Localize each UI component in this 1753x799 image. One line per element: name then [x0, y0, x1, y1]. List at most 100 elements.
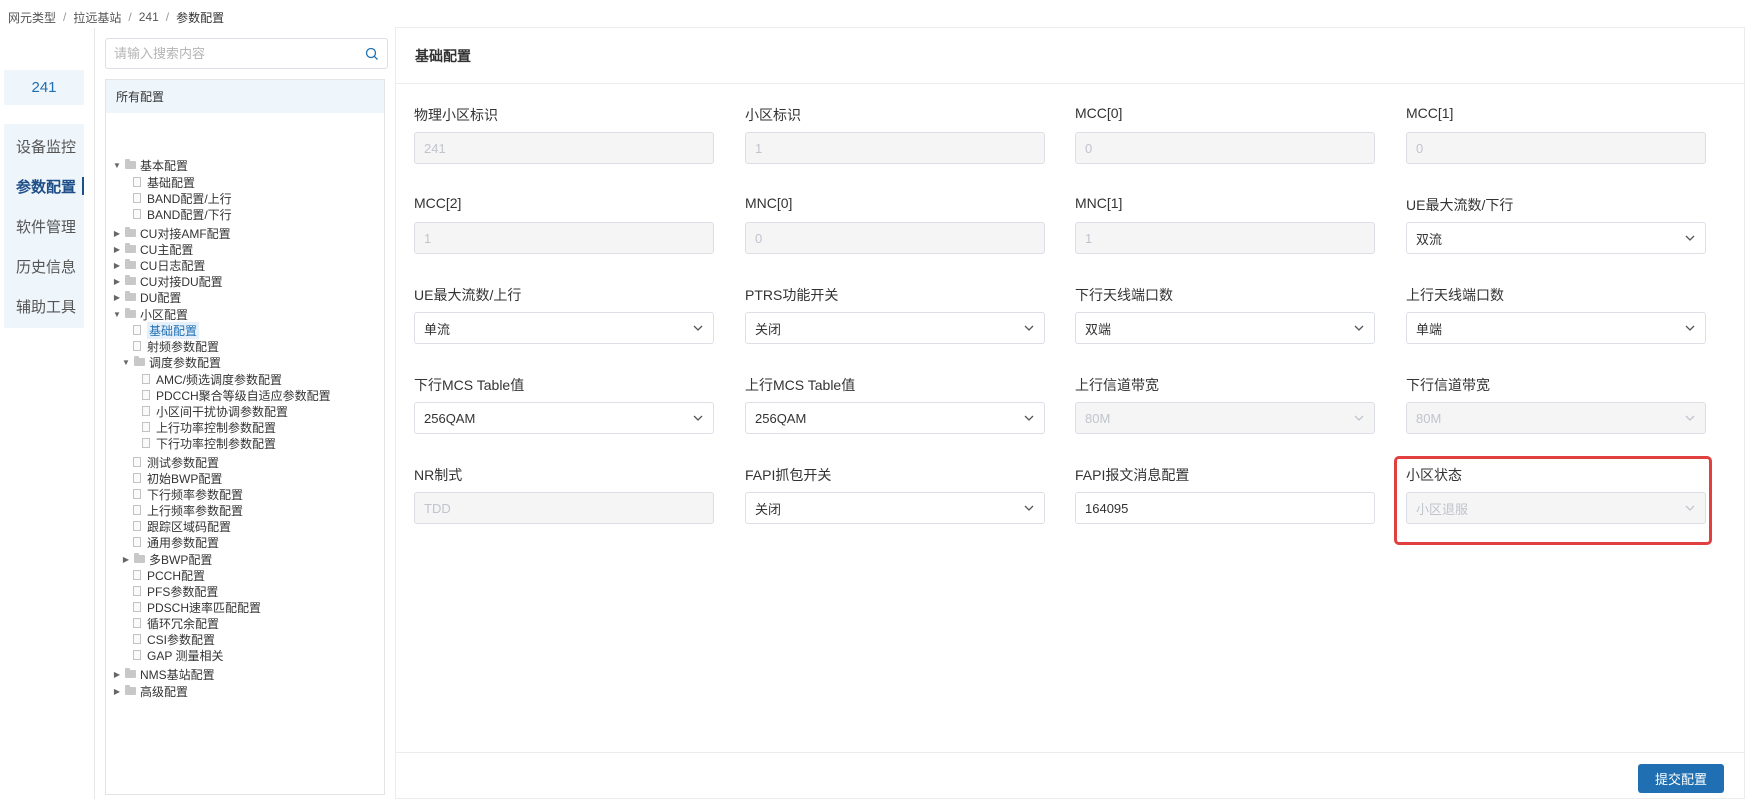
chevron-down-icon[interactable]: [1023, 502, 1035, 514]
chevron-down-icon[interactable]: [692, 412, 704, 424]
caret-right-icon[interactable]: ▶: [112, 670, 122, 679]
caret-right-icon[interactable]: ▶: [112, 229, 122, 238]
nav-item-param-config[interactable]: 参数配置: [4, 166, 84, 206]
tree-node[interactable]: PDSCH速率匹配配置: [133, 599, 261, 615]
select-field: 80M: [1406, 402, 1706, 434]
submit-config-button[interactable]: 提交配置: [1638, 764, 1724, 793]
tree-node-label: BAND配置/上行: [147, 191, 232, 206]
chevron-down-icon: [1354, 415, 1364, 421]
caret-right-icon[interactable]: ▶: [112, 277, 122, 286]
tree-node[interactable]: 初始BWP配置: [133, 470, 222, 486]
tree-node[interactable]: ▼ 小区配置: [112, 306, 188, 322]
tree-node-label: PCCH配置: [147, 568, 206, 583]
breadcrumb-item[interactable]: 241: [139, 10, 159, 24]
field-label: 物理小区标识: [414, 107, 498, 123]
caret-down-icon[interactable]: ▼: [121, 358, 131, 367]
tree-node[interactable]: ▶ CU日志配置: [112, 257, 205, 273]
input-field[interactable]: [1075, 492, 1375, 524]
search-icon[interactable]: [365, 47, 379, 61]
tree-node[interactable]: ▶ CU对接AMF配置: [112, 225, 231, 241]
document-icon: [133, 634, 141, 644]
select-field[interactable]: 关闭: [745, 492, 1045, 524]
document-icon: [133, 193, 141, 203]
caret-down-icon[interactable]: ▼: [112, 161, 122, 170]
tree-node[interactable]: ▶ CU对接DU配置: [112, 273, 223, 289]
tree-node[interactable]: AMC/频选调度参数配置: [142, 371, 282, 387]
caret-down-icon[interactable]: ▼: [112, 310, 122, 319]
tree-node[interactable]: 基础配置: [133, 321, 200, 339]
caret-right-icon[interactable]: ▶: [112, 293, 122, 302]
select-field[interactable]: 双端: [1075, 312, 1375, 344]
input-field: 1: [1075, 222, 1375, 254]
tree-node[interactable]: 上行功率控制参数配置: [142, 419, 276, 435]
tree-node[interactable]: 上行频率参数配置: [133, 502, 243, 518]
select-field[interactable]: 256QAM: [745, 402, 1045, 434]
nav-item-software-mgmt[interactable]: 软件管理: [4, 206, 84, 246]
tree-node[interactable]: 小区间干扰协调参数配置: [142, 403, 288, 419]
tree-node[interactable]: ▶ NMS基站配置: [112, 666, 215, 682]
tree-node[interactable]: ▶ 多BWP配置: [121, 551, 212, 567]
select-field[interactable]: 单端: [1406, 312, 1706, 344]
tree-node[interactable]: BAND配置/下行: [133, 206, 232, 222]
tree-node[interactable]: 下行功率控制参数配置: [142, 435, 276, 451]
caret-right-icon[interactable]: ▶: [112, 261, 122, 270]
document-icon: [133, 489, 141, 499]
tree-node[interactable]: 基础配置: [133, 174, 195, 190]
text-input[interactable]: [1085, 500, 1365, 516]
tree-node[interactable]: ▶ DU配置: [112, 289, 181, 305]
breadcrumb-item[interactable]: 网元类型: [8, 9, 56, 26]
chevron-down-icon[interactable]: [1023, 412, 1035, 424]
field-label: PTRS功能开关: [745, 287, 839, 303]
tree-node[interactable]: 跟踪区域码配置: [133, 518, 231, 534]
chevron-down-icon[interactable]: [1353, 322, 1365, 334]
tree-header[interactable]: 所有配置: [106, 80, 384, 113]
tree-node[interactable]: ▶ CU主配置: [112, 241, 193, 257]
field-label: 小区标识: [745, 107, 801, 123]
tree-node[interactable]: 通用参数配置: [133, 534, 219, 550]
tree-node[interactable]: 循环冗余配置: [133, 615, 219, 631]
nav-item-tools[interactable]: 辅助工具: [4, 286, 84, 326]
select-field[interactable]: 关闭: [745, 312, 1045, 344]
tree-node-label: 多BWP配置: [149, 552, 213, 567]
tree-node[interactable]: 测试参数配置: [133, 454, 219, 470]
tree-node-label: BAND配置/下行: [147, 207, 232, 222]
tree-node[interactable]: PDCCH聚合等级自适应参数配置: [142, 387, 331, 403]
chevron-down-icon[interactable]: [692, 322, 704, 334]
nav-item-history[interactable]: 历史信息: [4, 246, 84, 286]
tree-node[interactable]: ▼ 调度参数配置: [121, 354, 221, 370]
caret-right-icon[interactable]: ▶: [112, 687, 122, 696]
tree-node[interactable]: GAP 测量相关: [133, 647, 223, 663]
document-icon: [133, 457, 141, 467]
folder-icon: [125, 243, 136, 253]
chevron-down-icon[interactable]: [1684, 322, 1696, 334]
chevron-down-icon[interactable]: [1684, 232, 1696, 244]
tree-node[interactable]: ▼ 基本配置: [112, 157, 188, 173]
caret-right-icon[interactable]: ▶: [112, 245, 122, 254]
tree-node-label: CU日志配置: [140, 258, 206, 273]
select-field[interactable]: 双流: [1406, 222, 1706, 254]
tree-search-input[interactable]: [114, 46, 365, 61]
document-icon: [133, 341, 141, 351]
tree-node-label: PDSCH速率匹配配置: [147, 600, 262, 615]
tree-node[interactable]: 射频参数配置: [133, 338, 219, 354]
folder-icon: [125, 291, 136, 301]
breadcrumb-item[interactable]: 拉远基站: [73, 9, 121, 26]
tree-node[interactable]: PCCH配置: [133, 567, 205, 583]
select-field: 80M: [1075, 402, 1375, 434]
folder-icon: [125, 308, 136, 318]
select-field[interactable]: 单流: [414, 312, 714, 344]
tree-node[interactable]: CSI参数配置: [133, 631, 215, 647]
tree-node[interactable]: PFS参数配置: [133, 583, 218, 599]
tree-node[interactable]: 下行频率参数配置: [133, 486, 243, 502]
tree-node[interactable]: BAND配置/上行: [133, 190, 232, 206]
document-icon: [142, 422, 150, 432]
tree-node-label: 循环冗余配置: [147, 616, 220, 631]
select-field[interactable]: 256QAM: [414, 402, 714, 434]
field-value: 单流: [424, 321, 451, 337]
tree-node[interactable]: ▶ 高级配置: [112, 683, 188, 699]
chevron-down-icon[interactable]: [1023, 322, 1035, 334]
tree-search-box: [105, 38, 388, 69]
nav-item-device-monitor[interactable]: 设备监控: [4, 126, 84, 166]
field-label: MNC[1]: [1075, 195, 1123, 211]
caret-right-icon[interactable]: ▶: [121, 555, 131, 564]
